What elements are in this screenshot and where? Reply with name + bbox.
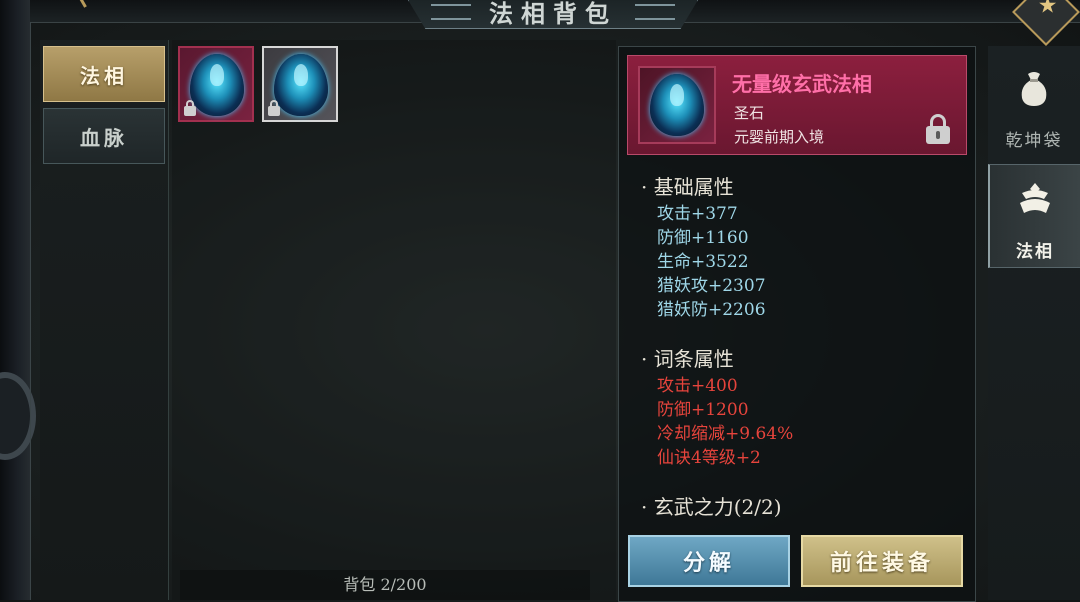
item-slot[interactable] — [178, 46, 254, 122]
affix-stat: 冷却缩减+9.64% — [657, 424, 794, 444]
nav-label: 法相 — [1016, 242, 1054, 262]
base-stat: 防御+1160 — [657, 228, 749, 248]
tab-faxiang[interactable]: 法相 — [43, 46, 165, 102]
item-slot-selected[interactable] — [262, 46, 338, 122]
xuanwu-power-title: · 玄武之力(2/2) — [641, 495, 782, 519]
blue-flame-egg-icon — [650, 74, 704, 136]
nav-item-faxiang[interactable]: 法相 — [988, 164, 1080, 268]
blue-flame-egg-icon — [190, 54, 244, 116]
item-detail-panel: 无量级玄武法相 圣石 元婴前期入境 · 基础属性 攻击+377 防御+1160 … — [618, 46, 976, 602]
item-realm-requirement: 元婴前期入境 — [734, 128, 825, 146]
faxiang-icon — [1013, 177, 1057, 221]
right-nav: 乾坤袋 法相 — [988, 46, 1080, 600]
lock-icon — [184, 100, 196, 116]
affix-stat: 攻击+400 — [657, 376, 738, 396]
nav-label: 乾坤袋 — [1005, 131, 1063, 151]
item-grid — [172, 40, 616, 600]
bag-capacity: 背包 2/200 — [180, 570, 590, 600]
item-header: 无量级玄武法相 圣石 元婴前期入境 — [627, 55, 967, 155]
category-tabs: 法相 血脉 — [40, 40, 169, 600]
base-stat: 猎妖攻+2307 — [657, 276, 766, 296]
money-bag-icon — [1012, 66, 1056, 110]
item-name: 无量级玄武法相 — [732, 72, 872, 96]
base-stat: 猎妖防+2206 — [657, 300, 766, 320]
lock-toggle-icon[interactable] — [926, 114, 950, 144]
left-edge-decoration — [0, 0, 36, 600]
corner-ornament — [54, 0, 87, 19]
go-equip-button[interactable]: 前往装备 — [801, 535, 963, 587]
affix-stat: 防御+1200 — [657, 400, 749, 420]
tab-xuemai[interactable]: 血脉 — [43, 108, 165, 164]
lock-icon — [268, 100, 280, 116]
base-stat: 攻击+377 — [657, 204, 738, 224]
nav-item-qiankun-bag[interactable]: 乾坤袋 — [988, 54, 1080, 158]
item-type: 圣石 — [734, 104, 765, 122]
base-attributes-title: · 基础属性 — [641, 175, 734, 199]
affix-attributes-title: · 词条属性 — [641, 347, 734, 371]
affix-stat: 仙诀4等级+2 — [657, 448, 761, 468]
blue-flame-egg-icon — [274, 54, 328, 116]
item-icon — [638, 66, 716, 144]
dismantle-button[interactable]: 分解 — [628, 535, 790, 587]
base-stat: 生命+3522 — [657, 252, 749, 272]
